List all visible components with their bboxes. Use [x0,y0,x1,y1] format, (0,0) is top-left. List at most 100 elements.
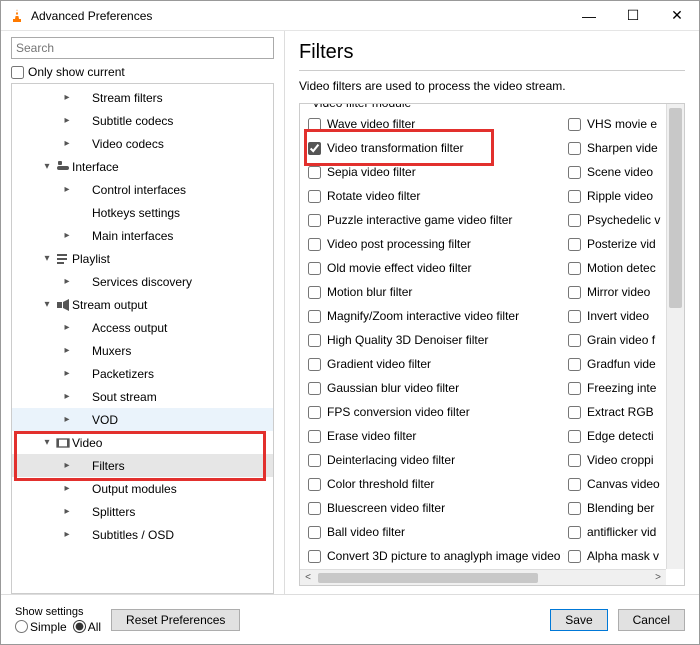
tree-item[interactable]: ▸Main interfaces [12,224,273,247]
filter-checkbox[interactable] [568,430,581,443]
filter-checkbox[interactable] [308,190,321,203]
filter-checkbox-row[interactable]: Magnify/Zoom interactive video filter [304,304,564,328]
filter-checkbox[interactable] [308,358,321,371]
filter-checkbox[interactable] [308,286,321,299]
tree-item[interactable]: ▾Interface [12,155,273,178]
tree-item[interactable]: ▸Filters [12,454,273,477]
tree-item[interactable]: ▾Playlist [12,247,273,270]
tree-item[interactable]: ▾Stream output [12,293,273,316]
filter-checkbox[interactable] [568,358,581,371]
filter-checkbox-row[interactable]: Extract RGB [564,400,682,424]
filter-checkbox-row[interactable]: Psychedelic v [564,208,682,232]
filter-checkbox[interactable] [308,550,321,563]
filter-checkbox[interactable] [308,406,321,419]
filter-checkbox-row[interactable]: Gradfun vide [564,352,682,376]
filter-checkbox-row[interactable]: antiflicker vid [564,520,682,544]
filter-checkbox[interactable] [308,238,321,251]
filter-checkbox[interactable] [568,526,581,539]
filter-checkbox-row[interactable]: Sharpen vide [564,136,682,160]
tree-item[interactable]: Hotkeys settings [12,201,273,224]
reset-preferences-button[interactable]: Reset Preferences [111,609,240,631]
filter-checkbox[interactable] [568,478,581,491]
tree-item[interactable]: ▸Splitters [12,500,273,523]
filter-checkbox-row[interactable]: Bluescreen video filter [304,496,564,520]
filter-checkbox-row[interactable]: Canvas video [564,472,682,496]
filter-checkbox-row[interactable]: Gaussian blur video filter [304,376,564,400]
close-button[interactable]: ✕ [655,1,699,31]
tree-item[interactable]: ▸Subtitles / OSD [12,523,273,546]
filter-checkbox-row[interactable]: Gradient video filter [304,352,564,376]
tree-item[interactable]: ▾Video [12,431,273,454]
filter-checkbox-row[interactable]: Ball video filter [304,520,564,544]
filter-checkbox-row[interactable]: Video transformation filter [304,136,564,160]
minimize-button[interactable]: ― [567,1,611,31]
all-radio[interactable]: All [73,620,101,634]
filter-checkbox[interactable] [308,310,321,323]
filter-checkbox[interactable] [308,118,321,131]
filter-checkbox[interactable] [568,454,581,467]
filter-checkbox[interactable] [308,214,321,227]
tree-item[interactable]: ▸VOD [12,408,273,431]
filter-checkbox-row[interactable]: Old movie effect video filter [304,256,564,280]
filter-checkbox[interactable] [308,430,321,443]
only-show-current-checkbox[interactable] [11,66,24,79]
preferences-tree[interactable]: ▸Stream filters▸Subtitle codecs▸Video co… [11,83,274,594]
filter-checkbox-row[interactable]: Motion blur filter [304,280,564,304]
filter-checkbox-row[interactable]: Color threshold filter [304,472,564,496]
filter-checkbox[interactable] [568,166,581,179]
filter-checkbox-row[interactable]: Deinterlacing video filter [304,448,564,472]
filter-checkbox[interactable] [568,502,581,515]
vertical-scrollbar[interactable] [666,104,684,569]
filter-checkbox[interactable] [568,118,581,131]
filter-checkbox-row[interactable]: Erase video filter [304,424,564,448]
filter-checkbox[interactable] [568,190,581,203]
filter-checkbox-row[interactable]: VHS movie e [564,112,682,136]
horizontal-scrollbar[interactable]: < > [300,569,666,585]
filter-checkbox[interactable] [308,526,321,539]
tree-item[interactable]: ▸Subtitle codecs [12,109,273,132]
tree-item[interactable]: ▸Output modules [12,477,273,500]
filter-checkbox[interactable] [568,142,581,155]
filter-checkbox-row[interactable]: Mirror video [564,280,682,304]
tree-item[interactable]: ▸Control interfaces [12,178,273,201]
tree-item[interactable]: ▸Sout stream [12,385,273,408]
filter-checkbox-row[interactable]: FPS conversion video filter [304,400,564,424]
filter-checkbox[interactable] [308,166,321,179]
filter-checkbox-row[interactable]: Ripple video [564,184,682,208]
tree-item[interactable]: ▸Stream filters [12,86,273,109]
search-input[interactable] [11,37,274,59]
filter-checkbox[interactable] [308,334,321,347]
filter-checkbox-row[interactable]: Convert 3D picture to anaglyph image vid… [304,544,564,568]
filter-checkbox[interactable] [308,454,321,467]
filter-checkbox-row[interactable]: Freezing inte [564,376,682,400]
simple-radio[interactable]: Simple [15,620,67,634]
filter-checkbox-row[interactable]: Scene video [564,160,682,184]
cancel-button[interactable]: Cancel [618,609,685,631]
tree-item[interactable]: ▸Muxers [12,339,273,362]
filter-checkbox-row[interactable]: Edge detecti [564,424,682,448]
filter-checkbox[interactable] [308,262,321,275]
save-button[interactable]: Save [550,609,607,631]
tree-item[interactable]: ▸Packetizers [12,362,273,385]
tree-item[interactable]: ▸Services discovery [12,270,273,293]
filter-checkbox[interactable] [568,214,581,227]
filter-checkbox-row[interactable]: Grain video f [564,328,682,352]
filter-checkbox-row[interactable]: Puzzle interactive game video filter [304,208,564,232]
filter-checkbox[interactable] [568,238,581,251]
filter-checkbox[interactable] [568,286,581,299]
filter-checkbox[interactable] [568,550,581,563]
filter-checkbox-row[interactable]: Rotate video filter [304,184,564,208]
filter-checkbox[interactable] [308,142,321,155]
filter-checkbox-row[interactable]: Wave video filter [304,112,564,136]
filter-checkbox-row[interactable]: Posterize vid [564,232,682,256]
filter-checkbox[interactable] [308,478,321,491]
filter-checkbox-row[interactable]: Motion detec [564,256,682,280]
filter-checkbox-row[interactable]: Sepia video filter [304,160,564,184]
filter-checkbox[interactable] [568,406,581,419]
filter-checkbox-row[interactable]: Blending ber [564,496,682,520]
tree-item[interactable]: ▸Video codecs [12,132,273,155]
filter-checkbox-row[interactable]: Video post processing filter [304,232,564,256]
filter-checkbox[interactable] [308,502,321,515]
filter-checkbox[interactable] [568,310,581,323]
filter-checkbox[interactable] [568,262,581,275]
